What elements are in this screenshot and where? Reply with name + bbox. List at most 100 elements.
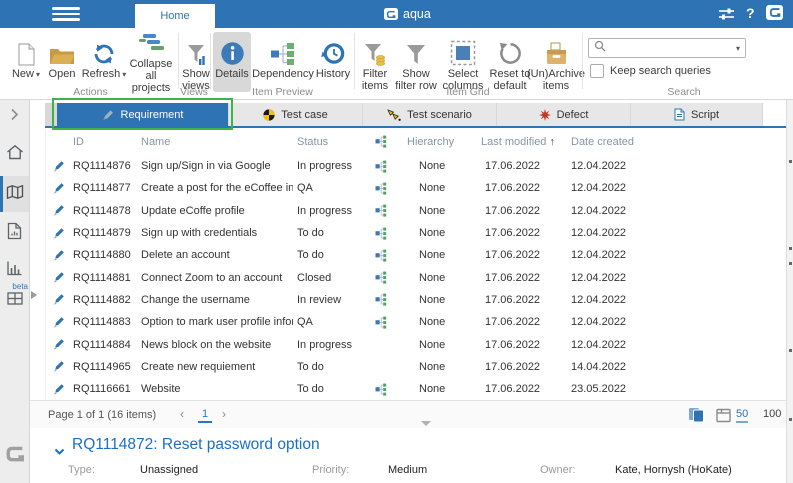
cell-last-modified: 17.06.2022 <box>473 361 565 373</box>
button-label: Open <box>49 68 76 80</box>
tab-test-scenario[interactable]: Test scenario <box>363 103 496 126</box>
dependency-tree-icon <box>270 32 296 68</box>
page-number-button[interactable]: 1 <box>198 408 212 423</box>
views-funnel-icon <box>187 32 206 68</box>
sidebar-item-home[interactable] <box>0 144 29 160</box>
search-dropdown-caret-icon[interactable]: ▾ <box>736 44 740 53</box>
cell-id: RQ1114876 <box>71 160 135 172</box>
requirement-icon <box>46 293 71 306</box>
requirement-icon <box>46 160 71 173</box>
cell-status: To do <box>293 361 363 373</box>
table-row[interactable]: RQ1116661WebsiteTo doNone17.06.202223.05… <box>46 378 786 400</box>
table-row[interactable]: RQ1114877Create a post for the eCoffee i… <box>46 177 786 199</box>
column-header-dependency-icon[interactable] <box>363 135 399 148</box>
cell-hierarchy: None <box>399 160 473 172</box>
table-row[interactable]: RQ1114882Change the usernameIn reviewNon… <box>46 289 786 311</box>
show-views-button[interactable]: Show views <box>181 32 211 92</box>
test-case-icon <box>263 109 275 121</box>
table-header[interactable]: ID Name Status Hierarchy Last modified↑ … <box>45 129 786 154</box>
cell-id: RQ1114884 <box>71 339 135 351</box>
copy-pages-icon[interactable] <box>688 407 705 426</box>
column-header-id[interactable]: ID <box>71 136 135 148</box>
archive-view-icon[interactable] <box>716 408 731 426</box>
ribbon-separator <box>582 33 583 89</box>
tab-test-case[interactable]: Test case <box>229 103 362 126</box>
dependency-button[interactable]: Dependency <box>252 32 314 92</box>
cell-status: In progress <box>293 205 363 217</box>
ribbon-separator <box>178 33 179 89</box>
table-row[interactable]: RQ1114881Connect Zoom to an accountClose… <box>46 266 786 288</box>
dependency-icon <box>363 316 399 329</box>
details-button[interactable]: Details <box>213 32 251 92</box>
button-label: Details <box>215 68 249 80</box>
search-input[interactable] <box>610 41 736 55</box>
unarchive-items-button[interactable]: (Un)Archive items <box>532 32 580 92</box>
history-button[interactable]: History <box>314 32 352 92</box>
sidebar-item-grid-beta[interactable] <box>0 292 29 305</box>
table-row[interactable]: RQ1114878Update eCoffe profileIn progres… <box>46 200 786 222</box>
sort-ascending-icon: ↑ <box>549 136 555 148</box>
test-scenario-icon <box>387 109 401 121</box>
new-button[interactable]: New▾ <box>8 32 44 92</box>
sidebar-expand-chevron-icon[interactable] <box>0 108 29 121</box>
cell-status: In progress <box>293 160 363 172</box>
cell-name: Sign up with credentials <box>135 227 293 239</box>
table-row[interactable]: RQ1114879Sign up with credentialsTo doNo… <box>46 222 786 244</box>
cell-last-modified: 17.06.2022 <box>473 339 565 351</box>
cell-date-created: 12.04.2022 <box>565 339 675 351</box>
cell-status: QA <box>293 182 363 194</box>
tab-label: Test scenario <box>407 109 472 121</box>
help-icon[interactable]: ? <box>746 5 755 21</box>
column-header-name[interactable]: Name <box>135 136 293 148</box>
cell-id: RQ1114878 <box>71 205 135 217</box>
keep-search-queries-checkbox[interactable] <box>590 64 604 78</box>
next-page-icon[interactable]: › <box>222 407 226 421</box>
menu-tab-home[interactable]: Home <box>135 4 215 28</box>
field-label-type: Type: <box>68 464 95 476</box>
cell-hierarchy: None <box>399 182 473 194</box>
aqua-window-icon[interactable] <box>766 5 783 20</box>
refresh-button[interactable]: Refresh▾ <box>80 32 128 92</box>
menu-tab-label: Home <box>160 10 189 22</box>
beta-badge: beta <box>0 282 29 291</box>
column-header-last-modified[interactable]: Last modified↑ <box>473 136 565 148</box>
column-header-status[interactable]: Status <box>293 136 363 148</box>
dependency-icon <box>363 271 399 284</box>
table-row[interactable]: RQ1114876Sign up/Sign in via GoogleIn pr… <box>46 155 786 177</box>
panel-expand-arrow-icon[interactable] <box>31 291 37 299</box>
tab-script[interactable]: Script <box>631 103 762 126</box>
requirement-icon <box>46 383 71 396</box>
splitter-handle-icon[interactable] <box>421 421 431 426</box>
table-row[interactable]: RQ1114880Delete an accountTo doNone17.06… <box>46 244 786 266</box>
open-button[interactable]: Open <box>45 32 79 92</box>
show-filter-row-button[interactable]: Show filter row <box>393 32 439 92</box>
dependency-icon <box>363 204 399 217</box>
settings-sliders-icon[interactable] <box>718 7 735 26</box>
scrollbar-strip[interactable] <box>786 100 793 483</box>
app-title: aqua <box>403 7 431 21</box>
collapse-chevron-icon[interactable] <box>54 443 65 461</box>
cell-name: Delete an account <box>135 249 293 261</box>
filter-items-button[interactable]: Filter items <box>358 32 392 92</box>
table-row[interactable]: RQ1114965Create new requiementTo doNone1… <box>46 356 786 378</box>
page-size-100[interactable]: 100 <box>763 408 781 420</box>
table-row[interactable]: RQ1114883Option to mark user profile inf… <box>46 311 786 333</box>
sidebar-item-projects[interactable] <box>0 184 29 200</box>
select-columns-button[interactable]: Select columns <box>440 32 486 92</box>
column-header-date-created[interactable]: Date created <box>565 136 675 148</box>
cell-name: Connect Zoom to an account <box>135 272 293 284</box>
cell-hierarchy: None <box>399 227 473 239</box>
previous-page-icon[interactable]: ‹ <box>180 407 184 421</box>
sidebar-item-reports[interactable] <box>0 222 29 240</box>
keep-search-queries-option[interactable]: Keep search queries <box>590 64 711 78</box>
tab-defect[interactable]: Defect <box>497 103 630 126</box>
collapse-all-projects-button[interactable]: Collapse all projects <box>126 32 176 92</box>
column-header-hierarchy[interactable]: Hierarchy <box>399 136 473 148</box>
sidebar-item-analytics[interactable] <box>0 260 29 276</box>
cell-id: RQ1116661 <box>71 383 135 395</box>
search-input-box[interactable]: ▾ <box>588 38 746 58</box>
group-label-search: Search <box>584 86 784 98</box>
hamburger-menu-icon[interactable] <box>52 7 80 21</box>
table-row[interactable]: RQ1114884News block on the websiteIn pro… <box>46 333 786 355</box>
page-size-50[interactable]: 50 <box>736 408 748 423</box>
